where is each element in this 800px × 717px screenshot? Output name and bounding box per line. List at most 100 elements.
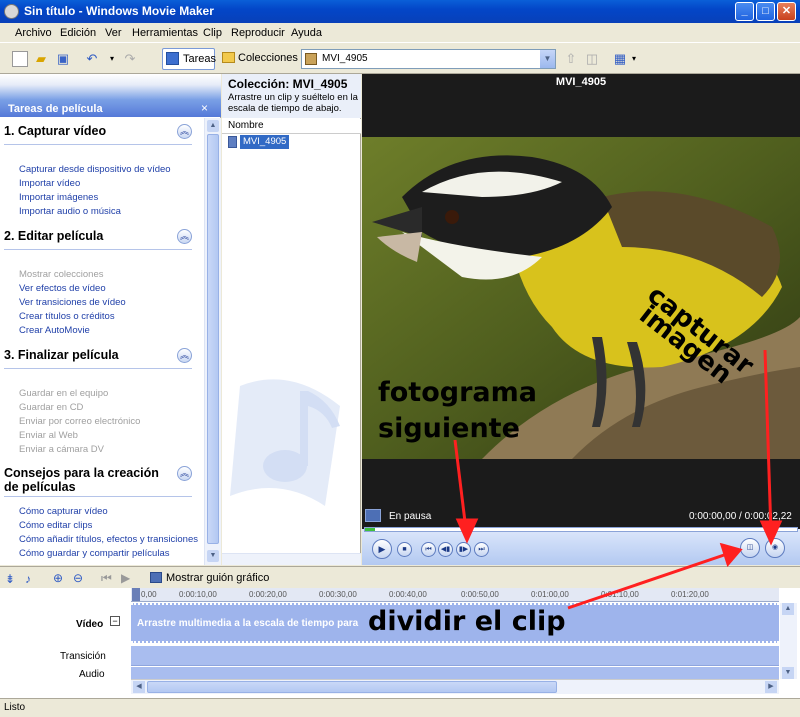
playhead[interactable] xyxy=(132,588,140,601)
task-crear-titulos[interactable]: Crear títulos o créditos xyxy=(19,311,115,322)
section-finalizar-title[interactable]: 3. Finalizar película xyxy=(4,348,119,362)
column-header-nombre[interactable]: Nombre xyxy=(222,119,361,134)
preview-monitor: MVI_4905 En pausa 0:00:00,00 / 0:00:02,2… xyxy=(362,74,800,565)
task-crear-automovie[interactable]: Crear AutoMovie xyxy=(19,325,90,336)
tasks-panel-header: Tareas de película × xyxy=(0,74,221,117)
colecciones-button[interactable]: Colecciones xyxy=(220,49,298,69)
tip-editar-clips[interactable]: Cómo editar clips xyxy=(19,520,92,531)
playback-controls: ▶ ■ ⏮ ◀▮ ▮▶ ⏭ ◫ ◉ xyxy=(362,527,800,565)
menu-herramientas[interactable]: Herramientas xyxy=(132,27,198,39)
collapse-icon[interactable]: ︽ xyxy=(177,466,192,481)
menu-archivo[interactable]: Archivo xyxy=(15,27,52,39)
film-music-watermark-icon xyxy=(230,379,340,506)
app-icon xyxy=(4,4,19,19)
menu-ver[interactable]: Ver xyxy=(105,27,122,39)
divider xyxy=(4,368,192,369)
collapse-icon[interactable]: ︽ xyxy=(177,229,192,244)
title-bar: Sin título - Windows Movie Maker _ □ ✕ xyxy=(0,0,800,23)
track-transition-label: Transición xyxy=(60,651,106,662)
views-dropdown-icon[interactable]: ▾ xyxy=(626,51,642,67)
task-ver-efectos[interactable]: Ver efectos de vídeo xyxy=(19,283,106,294)
task-importar-audio[interactable]: Importar audio o música xyxy=(19,206,121,217)
redo-icon[interactable]: ↷ xyxy=(122,51,138,67)
collection-hscrollbar[interactable] xyxy=(222,553,361,565)
timeline-toolbar: ⇟ ♪ ⊕ ⊖ ⏮ ▶ Mostrar guión gráfico xyxy=(0,566,800,588)
collapse-icon[interactable]: ︽ xyxy=(177,348,192,363)
tip-anadir-titulos[interactable]: Cómo añadir títulos, efectos y transicio… xyxy=(19,534,198,545)
scroll-right-icon[interactable]: ▶ xyxy=(765,681,777,693)
scroll-up-icon[interactable]: ▲ xyxy=(207,120,219,132)
narrate-icon[interactable]: ⇟ xyxy=(5,572,15,586)
open-folder-icon[interactable]: ▰ xyxy=(33,51,49,67)
task-ver-transiciones[interactable]: Ver transiciones de vídeo xyxy=(19,297,126,308)
column-header-label: Nombre xyxy=(228,120,264,131)
maximize-button[interactable]: □ xyxy=(756,2,775,21)
section-consejos-title[interactable]: Consejos para la creación de películas xyxy=(4,466,174,494)
task-capturar-dispositivo[interactable]: Capturar desde dispositivo de vídeo xyxy=(19,164,171,175)
menu-ayuda[interactable]: Ayuda xyxy=(291,27,322,39)
seek-thumb[interactable] xyxy=(365,528,375,531)
scroll-thumb[interactable] xyxy=(207,134,219,544)
scroll-down-icon[interactable]: ▼ xyxy=(207,550,219,562)
track-labels: Vídeo − Transición Audio xyxy=(0,588,130,698)
timeline-vscrollbar[interactable]: ▲ ▼ xyxy=(780,603,797,679)
annotation-siguiente: siguiente xyxy=(378,413,520,444)
collapse-icon[interactable]: ︽ xyxy=(177,124,192,139)
undo-icon[interactable]: ↶ xyxy=(84,51,100,67)
scroll-thumb[interactable] xyxy=(147,681,557,693)
save-icon[interactable]: ▣ xyxy=(55,51,71,67)
new-collection-icon[interactable]: ◫ xyxy=(584,51,600,67)
task-importar-imagenes[interactable]: Importar imágenes xyxy=(19,192,98,203)
tareas-button[interactable]: Tareas xyxy=(162,48,216,70)
scroll-left-icon[interactable]: ◀ xyxy=(133,681,145,693)
close-button[interactable]: ✕ xyxy=(777,2,796,21)
previous-clip-icon[interactable]: ⏮ xyxy=(421,542,436,557)
section-editar-title[interactable]: 2. Editar película xyxy=(4,229,103,243)
task-importar-video[interactable]: Importar vídeo xyxy=(19,178,80,189)
collection-select[interactable]: MVI_4905 ▼ xyxy=(301,49,556,69)
playback-time: 0:00:00,00 / 0:00:02,22 xyxy=(689,511,792,522)
chevron-down-icon[interactable]: ▼ xyxy=(540,50,555,68)
up-level-icon[interactable]: ⇧ xyxy=(563,51,579,67)
zoom-in-icon[interactable]: ⊕ xyxy=(53,571,63,585)
tasks-panel-title: Tareas de película xyxy=(8,103,103,115)
preview-status-bar: En pausa 0:00:00,00 / 0:00:02,22 xyxy=(362,507,800,529)
minimize-button[interactable]: _ xyxy=(735,2,754,21)
audio-track[interactable] xyxy=(131,667,779,679)
undo-dropdown-icon[interactable]: ▾ xyxy=(104,51,120,67)
clip-item[interactable]: MVI_4905 xyxy=(228,135,290,150)
previous-frame-icon[interactable]: ◀▮ xyxy=(438,542,453,557)
tasks-scrollbar[interactable]: ▲ ▼ xyxy=(204,118,221,565)
next-clip-icon[interactable]: ⏭ xyxy=(474,542,489,557)
time-ruler[interactable]: 0,00 0:00:10,00 0:00:20,00 0:00:30,00 0:… xyxy=(131,588,779,602)
new-project-icon[interactable] xyxy=(12,51,28,67)
play-icon[interactable]: ▶ xyxy=(372,539,392,559)
menu-bar: Archivo Edición Ver Herramientas Clip Re… xyxy=(0,23,800,43)
menu-edicion[interactable]: Edición xyxy=(60,27,96,39)
show-storyboard-button[interactable]: Mostrar guión gráfico xyxy=(166,572,269,584)
tip-capturar-video[interactable]: Cómo capturar vídeo xyxy=(19,506,108,517)
menu-reproducir[interactable]: Reproducir xyxy=(231,27,285,39)
task-enviar-camara: Enviar a cámara DV xyxy=(19,444,105,455)
menu-clip[interactable]: Clip xyxy=(203,27,222,39)
next-frame-icon[interactable]: ▮▶ xyxy=(456,542,471,557)
seek-bar[interactable] xyxy=(364,527,798,532)
scroll-down-icon[interactable]: ▼ xyxy=(782,667,794,679)
zoom-out-icon[interactable]: ⊖ xyxy=(73,571,83,585)
collapse-track-icon[interactable]: − xyxy=(110,616,120,626)
play-timeline-icon[interactable]: ▶ xyxy=(121,571,130,585)
audio-levels-icon[interactable]: ♪ xyxy=(25,572,31,586)
section-capturar-title[interactable]: 1. Capturar vídeo xyxy=(4,124,106,138)
timeline: Vídeo − Transición Audio 0,00 0:00:10,00… xyxy=(0,588,800,698)
ruler-tick: 0:01:10,00 xyxy=(601,590,639,599)
camera-icon[interactable]: ◉ xyxy=(765,538,785,558)
transition-track[interactable] xyxy=(131,646,779,666)
close-icon[interactable]: × xyxy=(201,101,208,115)
stop-icon[interactable]: ■ xyxy=(397,542,412,557)
tip-guardar-compartir[interactable]: Cómo guardar y compartir películas xyxy=(19,548,169,559)
scroll-up-icon[interactable]: ▲ xyxy=(782,603,794,615)
rewind-icon[interactable]: ⏮ xyxy=(101,571,112,586)
timeline-hscrollbar[interactable]: ◀ ▶ xyxy=(131,679,779,694)
split-clip-icon[interactable]: ◫ xyxy=(740,538,760,558)
ruler-tick: 0:00:50,00 xyxy=(461,590,499,599)
